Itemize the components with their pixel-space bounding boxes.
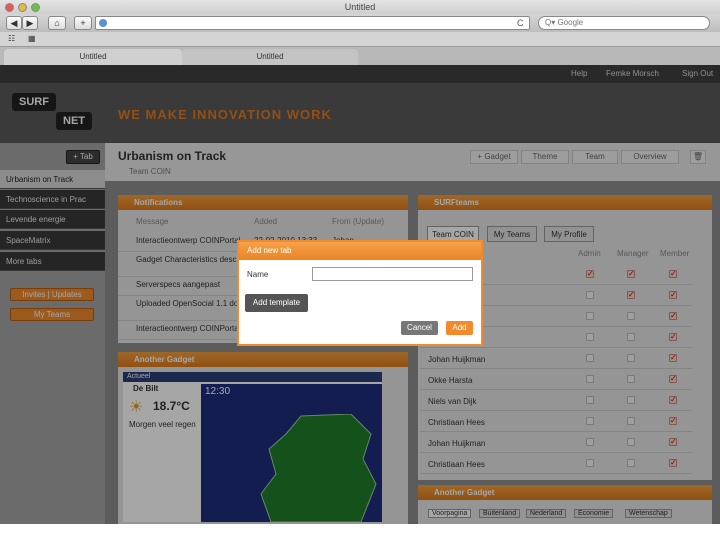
url-input[interactable] [95, 16, 530, 30]
reader-icon[interactable]: ☷ [8, 34, 15, 43]
cancel-button[interactable]: Cancel [401, 321, 438, 335]
window-titlebar: Untitled [0, 0, 720, 14]
globe-icon [99, 19, 107, 27]
minimize-window-icon[interactable] [18, 3, 27, 12]
page-footer [0, 524, 720, 540]
add-tab-dialog: Add new tab Name Add template Cancel Add [237, 240, 483, 346]
search-input[interactable]: Q▾ Google [538, 16, 710, 30]
top-sites-icon[interactable]: ▦ [28, 34, 36, 43]
browser-toolbar: ◀ ▶ ⌂ + C Q▾ Google [0, 14, 720, 32]
browser-tab-2[interactable]: Untitled [182, 49, 358, 66]
forward-button[interactable]: ▶ [22, 16, 38, 30]
add-bookmark-button[interactable]: + [74, 16, 92, 30]
bookmarks-bar: ☷ ▦ [0, 32, 720, 46]
browser-window: Untitled ◀ ▶ ⌂ + C Q▾ Google ☷ ▦ Untitle… [0, 0, 720, 524]
browser-tab-1[interactable]: Untitled [4, 49, 182, 66]
reload-icon[interactable]: C [517, 18, 524, 28]
window-title: Untitled [344, 2, 376, 12]
home-button[interactable]: ⌂ [48, 16, 66, 30]
back-button[interactable]: ◀ [6, 16, 22, 30]
close-window-icon[interactable] [5, 3, 14, 12]
zoom-window-icon[interactable] [31, 3, 40, 12]
name-label: Name [247, 270, 269, 279]
browser-tab-bar: Untitled Untitled [0, 46, 720, 66]
add-button[interactable]: Add [446, 321, 473, 335]
tab-name-input[interactable] [312, 267, 473, 281]
add-template-button[interactable]: Add template [245, 294, 308, 312]
dialog-title: Add new tab [239, 242, 481, 260]
